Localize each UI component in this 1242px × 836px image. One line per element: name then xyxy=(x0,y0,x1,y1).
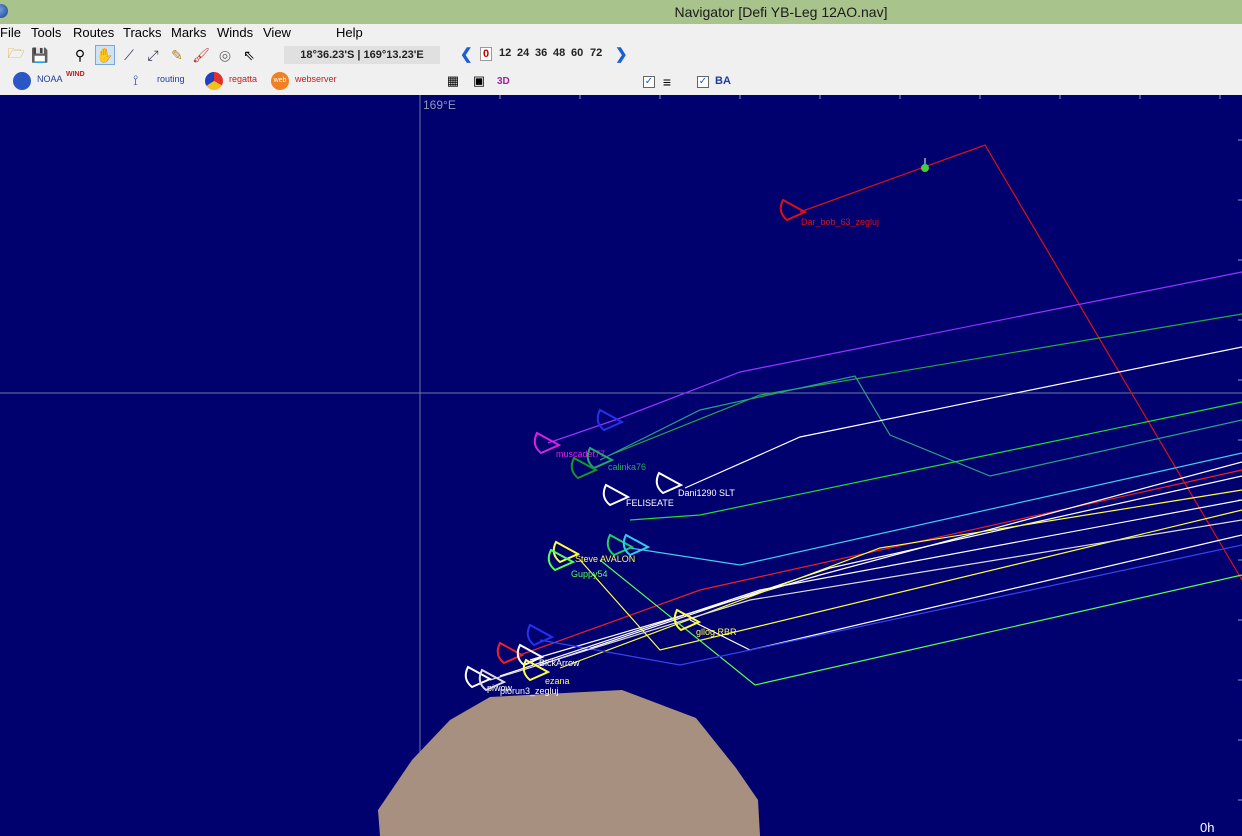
layers-checkbox[interactable]: ✓ xyxy=(643,76,655,88)
3d-button[interactable]: 3D xyxy=(497,76,510,87)
menu-tools[interactable]: Tools xyxy=(31,25,61,40)
boat-label: ezana xyxy=(545,676,570,686)
track-blue-low xyxy=(539,544,1242,666)
boat-label: Dani1290 SLT xyxy=(678,488,735,498)
wind-label[interactable]: WIND xyxy=(66,71,85,78)
menu-bar: File Tools Routes Tracks Marks Winds Vie… xyxy=(0,24,1242,44)
hour-72[interactable]: 72 xyxy=(590,47,602,59)
target-icon[interactable]: ◎ xyxy=(215,45,235,65)
boat-dani[interactable]: Dani1290 SLT xyxy=(655,471,736,498)
time-offset-label: 0h xyxy=(1200,820,1214,835)
hour-48[interactable]: 48 xyxy=(553,47,565,59)
hour-36[interactable]: 36 xyxy=(535,47,547,59)
track-green-mid xyxy=(629,401,1242,521)
noaa-icon[interactable] xyxy=(13,72,31,90)
noaa-label[interactable]: NOAA xyxy=(37,74,63,84)
boat-label: gllog RBR xyxy=(696,627,737,637)
pencil-icon[interactable]: ✎ xyxy=(167,45,187,65)
menu-routes[interactable]: Routes xyxy=(73,25,114,40)
boat-muscadet[interactable]: muscadet77 xyxy=(533,431,605,459)
boat-feliseate[interactable]: FELISEATE xyxy=(602,483,674,508)
save-icon[interactable]: 💾 xyxy=(30,45,50,65)
track-dar-bob xyxy=(799,144,1242,581)
route-draw-icon[interactable]: ⤢ xyxy=(143,45,163,65)
track-dani xyxy=(684,346,1242,489)
boat-cyan-green[interactable] xyxy=(606,533,651,557)
track-teal xyxy=(599,375,1242,477)
menu-winds[interactable]: Winds xyxy=(217,25,253,40)
menu-view[interactable]: View xyxy=(263,25,291,40)
boat-label: Steve AVALON xyxy=(575,554,635,564)
track-cyan xyxy=(629,452,1242,566)
regatta-icon[interactable] xyxy=(205,72,223,90)
boat-dar-bob[interactable]: Dar_bob_63_zegluj xyxy=(779,198,879,227)
boat-label: piorun3_zegluj xyxy=(500,686,559,696)
menu-file[interactable]: File xyxy=(0,25,21,40)
open-folder-icon[interactable]: 🗁 xyxy=(6,45,26,65)
hour-12[interactable]: 12 xyxy=(499,47,511,59)
layers-icon[interactable]: ≡ xyxy=(657,72,677,92)
title-bar: Navigator [Defi YB-Leg 12AO.nav] xyxy=(0,0,1242,24)
window-title: Navigator [Defi YB-Leg 12AO.nav] xyxy=(674,4,888,20)
boat-label: BlckArrow xyxy=(539,658,580,668)
menu-help[interactable]: Help xyxy=(336,25,363,40)
boat-label: muscadet77 xyxy=(556,449,605,459)
pointer-icon[interactable]: ⇖ xyxy=(239,45,259,65)
track-gllog xyxy=(689,534,1242,651)
cursor-coordinates: 18°36.23'S | 169°13.23'E xyxy=(284,46,440,64)
paint-icon[interactable]: 🖌 xyxy=(191,45,211,65)
chart-map[interactable]: 169°E Dar_bob_63_zegluj muscadet77 calin… xyxy=(0,95,1242,836)
previous-time-icon[interactable]: ❮ xyxy=(460,45,473,63)
boats-layer: Dar_bob_63_zegluj muscadet77 calinka76 D… xyxy=(464,198,879,696)
next-time-icon[interactable]: ❯ xyxy=(615,45,628,63)
measure-icon[interactable]: ⟋ xyxy=(119,45,139,65)
hour-24[interactable]: 24 xyxy=(517,47,529,59)
boat-label: Dar_bob_63_zegluj xyxy=(801,217,879,227)
routing-icon[interactable]: ⟟ xyxy=(133,72,138,89)
boat-label: calinka76 xyxy=(608,462,646,472)
zoom-magnifier-icon[interactable]: ⚲ xyxy=(70,45,90,65)
boat-label: FELISEATE xyxy=(626,498,674,508)
longitude-label: 169°E xyxy=(423,98,456,112)
menu-tracks[interactable]: Tracks xyxy=(123,25,162,40)
calculator-icon[interactable]: ▦ xyxy=(443,71,463,91)
boat-green-2[interactable] xyxy=(570,456,599,480)
boat-blue-top[interactable] xyxy=(596,408,625,432)
regatta-label[interactable]: regatta xyxy=(229,74,257,84)
waypoint-marker[interactable] xyxy=(921,158,929,172)
hour-60[interactable]: 60 xyxy=(571,47,583,59)
pan-hand-icon[interactable]: ✋ xyxy=(95,45,115,65)
webserver-icon[interactable]: web xyxy=(271,72,289,90)
map-canvas[interactable]: 169°E Dar_bob_63_zegluj muscadet77 calin… xyxy=(0,95,1242,836)
routing-label[interactable]: routing xyxy=(157,74,185,84)
grib-icon[interactable]: ▣ xyxy=(469,71,489,91)
main-toolbar: 🗁 💾 ⚲ ✋ ⟋ ⤢ ✎ 🖌 ◎ ⇖ 18°36.23'S | 169°13.… xyxy=(0,44,1242,68)
menu-marks[interactable]: Marks xyxy=(171,25,206,40)
ba-checkbox[interactable]: ✓ xyxy=(697,76,709,88)
plugin-toolbar: NOAA WIND ⟟ routing regatta web webserve… xyxy=(0,68,1242,95)
webserver-label[interactable]: webserver xyxy=(295,74,337,84)
island-land xyxy=(378,690,760,836)
hour-0[interactable]: 0 xyxy=(480,47,493,61)
track-white-3 xyxy=(499,499,1242,677)
track-yellow-1 xyxy=(559,489,1242,669)
boat-label: Guppy54 xyxy=(571,569,608,579)
ba-label[interactable]: BA xyxy=(715,75,731,87)
